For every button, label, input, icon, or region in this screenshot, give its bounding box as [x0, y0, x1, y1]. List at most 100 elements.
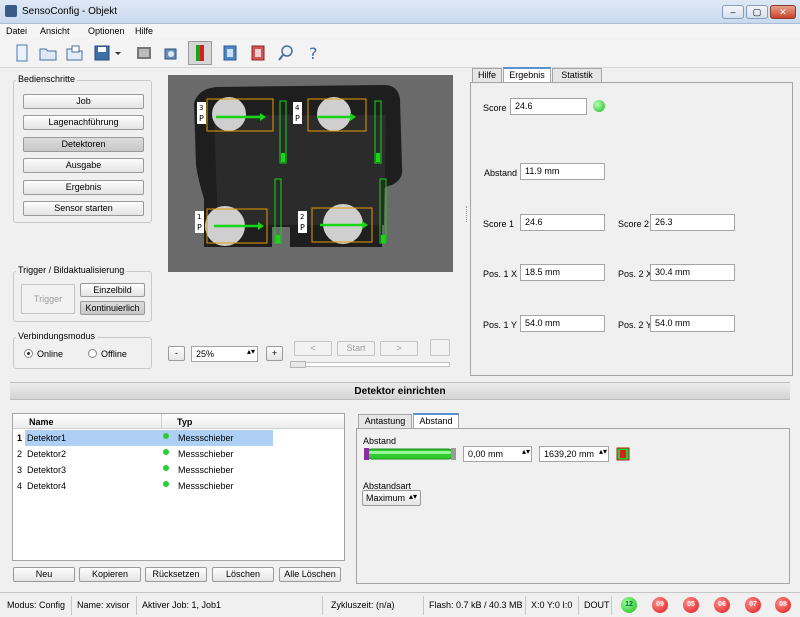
save-disk-icon[interactable] [92, 43, 112, 63]
copy-detector-button[interactable]: Kopieren [79, 567, 141, 582]
open-file-icon[interactable] [64, 43, 84, 63]
zoom-spin-icon[interactable]: ▴▾ [247, 347, 255, 356]
score1-label: Score 1 [483, 219, 515, 229]
film-strip-icon[interactable] [134, 43, 154, 63]
distance-color-icon[interactable] [616, 447, 630, 461]
frame-slider-handle[interactable] [290, 361, 306, 368]
camera-image-view[interactable]: 3 P 4 P 1 P 2 P [168, 75, 453, 272]
menu-hilfe[interactable]: Hilfe [135, 26, 153, 36]
table-header: Name Typ [13, 414, 344, 429]
record-toggle-button[interactable] [430, 339, 450, 356]
score-field: 24.6 [510, 98, 587, 115]
trigger-group-label: Trigger / Bildaktualisierung [16, 265, 127, 275]
row-number: 4 [17, 481, 23, 491]
distance-range-bar[interactable] [363, 447, 457, 461]
reset-detector-button[interactable]: Rücksetzen [145, 567, 207, 582]
trigger-button[interactable]: Trigger [21, 284, 75, 314]
kontinuierlich-button[interactable]: Kontinuierlich [80, 301, 145, 315]
start-button[interactable]: Start [337, 341, 375, 356]
tab-abstand[interactable]: Abstand [413, 413, 459, 428]
table-row[interactable]: 4 Detektor4 Messschieber [13, 478, 337, 494]
next-frame-button[interactable]: > [380, 341, 418, 356]
offline-label: Offline [101, 349, 127, 359]
svg-text:P: P [197, 223, 202, 232]
camera-icon[interactable] [162, 43, 182, 63]
step-sensor-starten-button[interactable]: Sensor starten [23, 201, 144, 216]
help-question-icon[interactable]: ? [304, 43, 324, 63]
abstandsart-arrow-icon[interactable]: ▴▾ [409, 492, 417, 501]
menu-ansicht[interactable]: Ansicht [40, 26, 70, 36]
step-ausgabe-button[interactable]: Ausgabe [23, 158, 144, 173]
col-type-header[interactable]: Typ [177, 417, 192, 427]
svg-text:P: P [199, 114, 204, 123]
status-dot-icon [163, 481, 169, 487]
table-row[interactable]: 2 Detektor2 Messschieber [13, 446, 337, 462]
table-row[interactable]: 1 Detektor1 Messschieber [13, 430, 337, 446]
status-dout: DOUT [584, 600, 610, 610]
score2-label: Score 2 [618, 219, 650, 229]
tab-statistik[interactable]: Statistik [552, 68, 602, 82]
close-icon[interactable]: ✕ [770, 5, 796, 19]
output-led-05: 05 [683, 597, 699, 613]
menu-optionen[interactable]: Optionen [88, 26, 125, 36]
status-active-job: Aktiver Job: 1, Job1 [142, 600, 222, 610]
step-lagenachfuehrung-button[interactable]: Lagenachführung [23, 115, 144, 130]
column-divider [161, 414, 162, 429]
detector-3-marker: 3 [199, 104, 203, 112]
delete-all-detectors-button[interactable]: Alle Löschen [279, 567, 341, 582]
output-led-06: 06 [714, 597, 730, 613]
detector-setup-header: Detektor einrichten [10, 382, 790, 400]
maximize-icon[interactable]: ▢ [746, 5, 768, 19]
status-dot-icon [163, 449, 169, 455]
tab-hilfe[interactable]: Hilfe [472, 68, 502, 82]
max-distance-spin-icon[interactable]: ▴▾ [599, 447, 607, 456]
frame-slider[interactable] [290, 362, 450, 367]
score2-field: 26.3 [650, 214, 735, 231]
step-detektoren-button[interactable]: Detektoren [23, 137, 144, 152]
app-icon [5, 5, 17, 17]
connection-group [13, 337, 152, 369]
distance-field: 11.9 mm [520, 163, 605, 180]
status-flash: Flash: 0.7 kB / 40.3 MB [429, 600, 523, 610]
svg-text:P: P [295, 114, 300, 123]
magnifier-icon[interactable] [276, 43, 296, 63]
previous-frame-button[interactable]: < [294, 341, 332, 356]
splitter-handle[interactable] [466, 206, 468, 222]
zoom-out-button[interactable]: - [168, 346, 185, 361]
offline-radio[interactable] [88, 349, 97, 358]
row-name: Detektor4 [27, 481, 67, 491]
output-led-12: 12 [621, 597, 637, 613]
pos2y-field: 54.0 mm [650, 315, 735, 332]
new-detector-button[interactable]: Neu [13, 567, 75, 582]
menu-bar: Datei Ansicht Optionen Hilfe [0, 24, 800, 38]
einzelbild-button[interactable]: Einzelbild [80, 283, 145, 297]
tab-ergebnis[interactable]: Ergebnis [503, 67, 551, 82]
zoom-in-button[interactable]: + [266, 346, 283, 361]
status-mode: Modus: Config [7, 600, 66, 610]
detector-blue-icon[interactable] [220, 43, 240, 63]
save-dropdown-arrow-icon[interactable] [113, 43, 123, 63]
sensor-active-icon[interactable] [188, 41, 212, 65]
minimize-icon[interactable]: – [722, 5, 744, 19]
pos1y-label: Pos. 1 Y [483, 320, 517, 330]
open-folder-icon[interactable] [38, 43, 58, 63]
result-panel [470, 82, 793, 376]
step-job-button[interactable]: Job [23, 94, 144, 109]
new-file-icon[interactable] [12, 43, 32, 63]
status-dot-icon [163, 433, 169, 439]
pos1x-field: 18.5 mm [520, 264, 605, 281]
status-separator [611, 596, 612, 615]
col-name-header[interactable]: Name [29, 417, 54, 427]
tab-antastung[interactable]: Antastung [358, 414, 412, 428]
detector-red-icon[interactable] [248, 43, 268, 63]
status-dot-icon [163, 465, 169, 471]
detector-2-marker: 2 [300, 213, 304, 221]
min-distance-spin-icon[interactable]: ▴▾ [522, 447, 530, 456]
online-radio[interactable] [24, 349, 33, 358]
menu-datei[interactable]: Datei [6, 26, 27, 36]
delete-detector-button[interactable]: Löschen [212, 567, 274, 582]
row-number: 1 [17, 433, 23, 443]
step-ergebnis-button[interactable]: Ergebnis [23, 180, 144, 195]
status-separator [578, 596, 579, 615]
table-row[interactable]: 3 Detektor3 Messschieber [13, 462, 337, 478]
